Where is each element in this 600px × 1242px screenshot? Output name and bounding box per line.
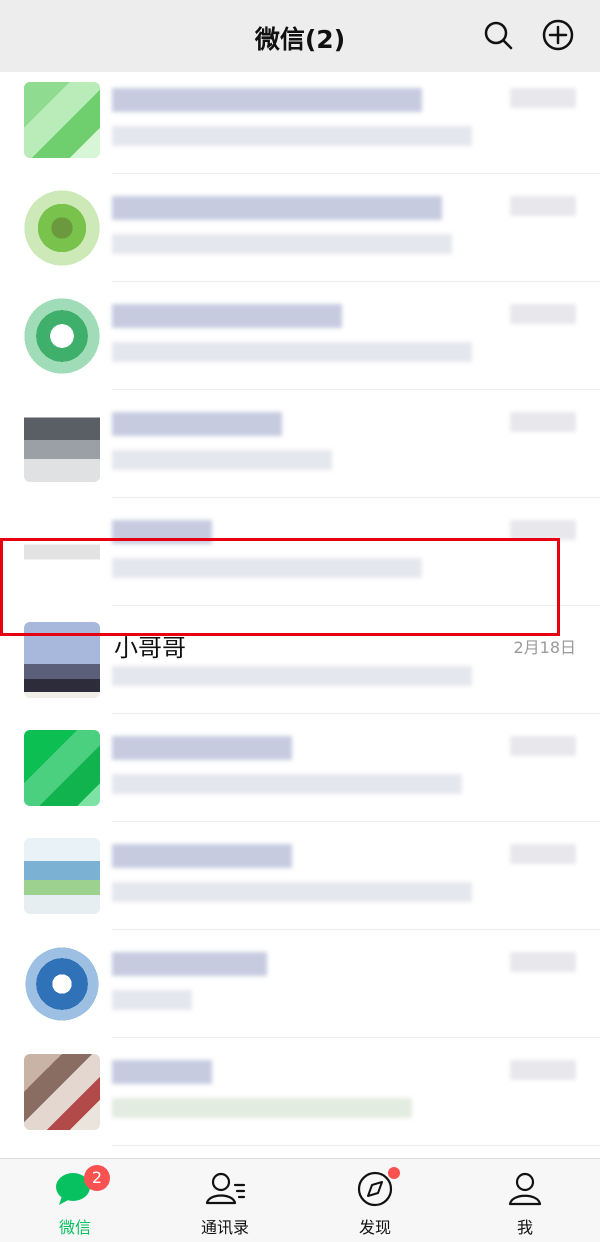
avatar (24, 730, 100, 806)
tab-contacts[interactable]: 通讯录 (150, 1159, 300, 1242)
avatar (24, 1054, 100, 1130)
list-item[interactable] (0, 282, 600, 390)
avatar (24, 838, 100, 914)
avatar (24, 82, 100, 158)
avatar (24, 190, 100, 266)
highlight-box (0, 538, 560, 636)
tab-label: 发现 (358, 1218, 391, 1237)
person-icon (508, 1172, 542, 1206)
search-icon[interactable] (480, 17, 516, 53)
add-icon[interactable] (540, 17, 576, 53)
tab-label: 通讯录 (200, 1218, 249, 1237)
list-item[interactable] (0, 390, 600, 498)
list-item[interactable] (0, 174, 600, 282)
tab-me[interactable]: 我 (450, 1159, 600, 1242)
tab-label: 我 (516, 1218, 533, 1237)
avatar (24, 946, 100, 1022)
chat-time: 2月18日 (513, 638, 576, 657)
bottom-tab-bar: 2 微信 通讯录 发现 我 (0, 1158, 600, 1242)
tab-label: 微信 (58, 1218, 91, 1237)
list-item[interactable] (0, 822, 600, 930)
list-item[interactable] (0, 1038, 600, 1146)
notification-dot (388, 1167, 400, 1179)
tab-discover[interactable]: 发现 (300, 1159, 450, 1242)
list-item[interactable] (0, 714, 600, 822)
avatar (24, 298, 100, 374)
contacts-icon (205, 1172, 246, 1205)
unread-badge: 2 (84, 1165, 110, 1191)
list-item[interactable] (0, 72, 600, 174)
list-item[interactable] (0, 930, 600, 1038)
top-bar: 微信(2) (0, 0, 600, 72)
tab-chats[interactable]: 2 微信 (0, 1159, 150, 1242)
avatar (24, 406, 100, 482)
